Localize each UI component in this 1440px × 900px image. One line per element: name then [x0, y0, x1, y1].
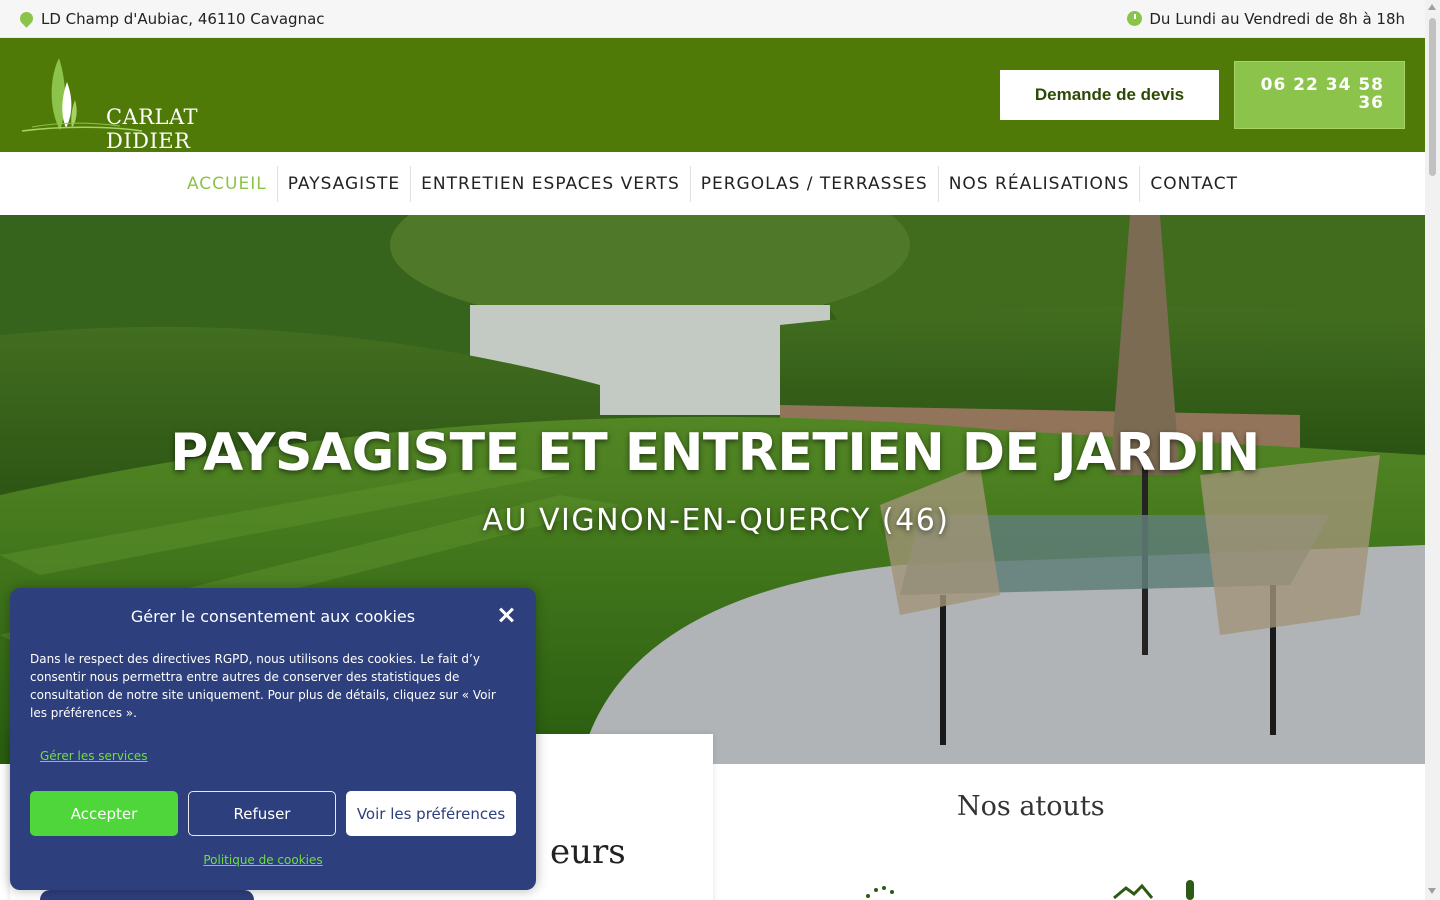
scroll-up-arrow-icon[interactable]	[1428, 4, 1436, 10]
hours-item: Du Lundi au Vendredi de 8h à 18h	[1127, 10, 1405, 28]
phone-button[interactable]: 06 22 34 58 36	[1234, 61, 1405, 129]
logo-text: CARLAT DIDIER	[106, 105, 199, 153]
page-scrollbar[interactable]	[1425, 0, 1440, 900]
manage-services-link[interactable]: Gérer les services	[40, 749, 148, 763]
hero-subtitle: AU VIGNON-EN-QUERCY (46)	[482, 503, 950, 538]
atouts-title: Nos atouts	[957, 791, 1105, 822]
clock-icon	[1127, 11, 1143, 26]
nav-item-accueil[interactable]: ACCUEIL	[177, 166, 277, 202]
cookie-policy-link[interactable]: Politique de cookies	[10, 853, 516, 867]
nav-item-realisations[interactable]: NOS RÉALISATIONS	[937, 165, 1140, 202]
accept-cookies-button[interactable]: Accepter	[30, 791, 178, 836]
nav-item-pergolas[interactable]: PERGOLAS / TERRASSES	[689, 165, 938, 202]
site-header: CARLAT DIDIER Demande de devis 06 22 34 …	[0, 38, 1425, 153]
scroll-down-arrow-icon[interactable]	[1428, 888, 1436, 894]
close-icon[interactable]	[496, 606, 516, 626]
hours-text: Du Lundi au Vendredi de 8h à 18h	[1149, 9, 1405, 28]
address-item: LD Champ d'Aubiac, 46110 Cavagnac	[17, 9, 325, 28]
top-info-bar: LD Champ d'Aubiac, 46110 Cavagnac Du Lun…	[0, 0, 1425, 38]
nav-item-paysagiste[interactable]: PAYSAGISTE	[276, 165, 410, 202]
cookie-consent-dialog: Gérer le consentement aux cookies Dans l…	[10, 588, 536, 890]
view-preferences-button[interactable]: Voir les préférences	[346, 791, 516, 836]
atout-sprinkler-icon	[866, 886, 894, 898]
nav-item-entretien[interactable]: ENTRETIEN ESPACES VERTS	[410, 165, 690, 202]
cookie-description: Dans le respect des directives RGPD, nou…	[30, 652, 496, 720]
hero-title: PAYSAGISTE ET ENTRETIEN DE JARDIN	[170, 423, 1260, 483]
phone-number-line2: 36	[1358, 93, 1384, 113]
intro-heading-fragment-2: eurs	[550, 832, 626, 872]
main-nav: ACCUEIL PAYSAGISTE ENTRETIEN ESPACES VER…	[0, 152, 1425, 215]
atout-garden-tools-icon	[1113, 880, 1194, 900]
site-logo[interactable]: CARLAT DIDIER	[20, 56, 270, 153]
quote-request-button[interactable]: Demande de devis	[1000, 70, 1219, 120]
refuse-cookies-button[interactable]: Refuser	[188, 791, 336, 836]
map-pin-icon	[17, 9, 36, 28]
scroll-thumb[interactable]	[1429, 18, 1436, 176]
hidden-section-button[interactable]	[40, 890, 254, 900]
cookie-dialog-title: Gérer le consentement aux cookies	[130, 607, 416, 626]
nav-item-contact[interactable]: CONTACT	[1139, 165, 1248, 202]
address-text: LD Champ d'Aubiac, 46110 Cavagnac	[41, 9, 325, 28]
phone-number-line1: 06 22 34 58	[1260, 75, 1384, 95]
